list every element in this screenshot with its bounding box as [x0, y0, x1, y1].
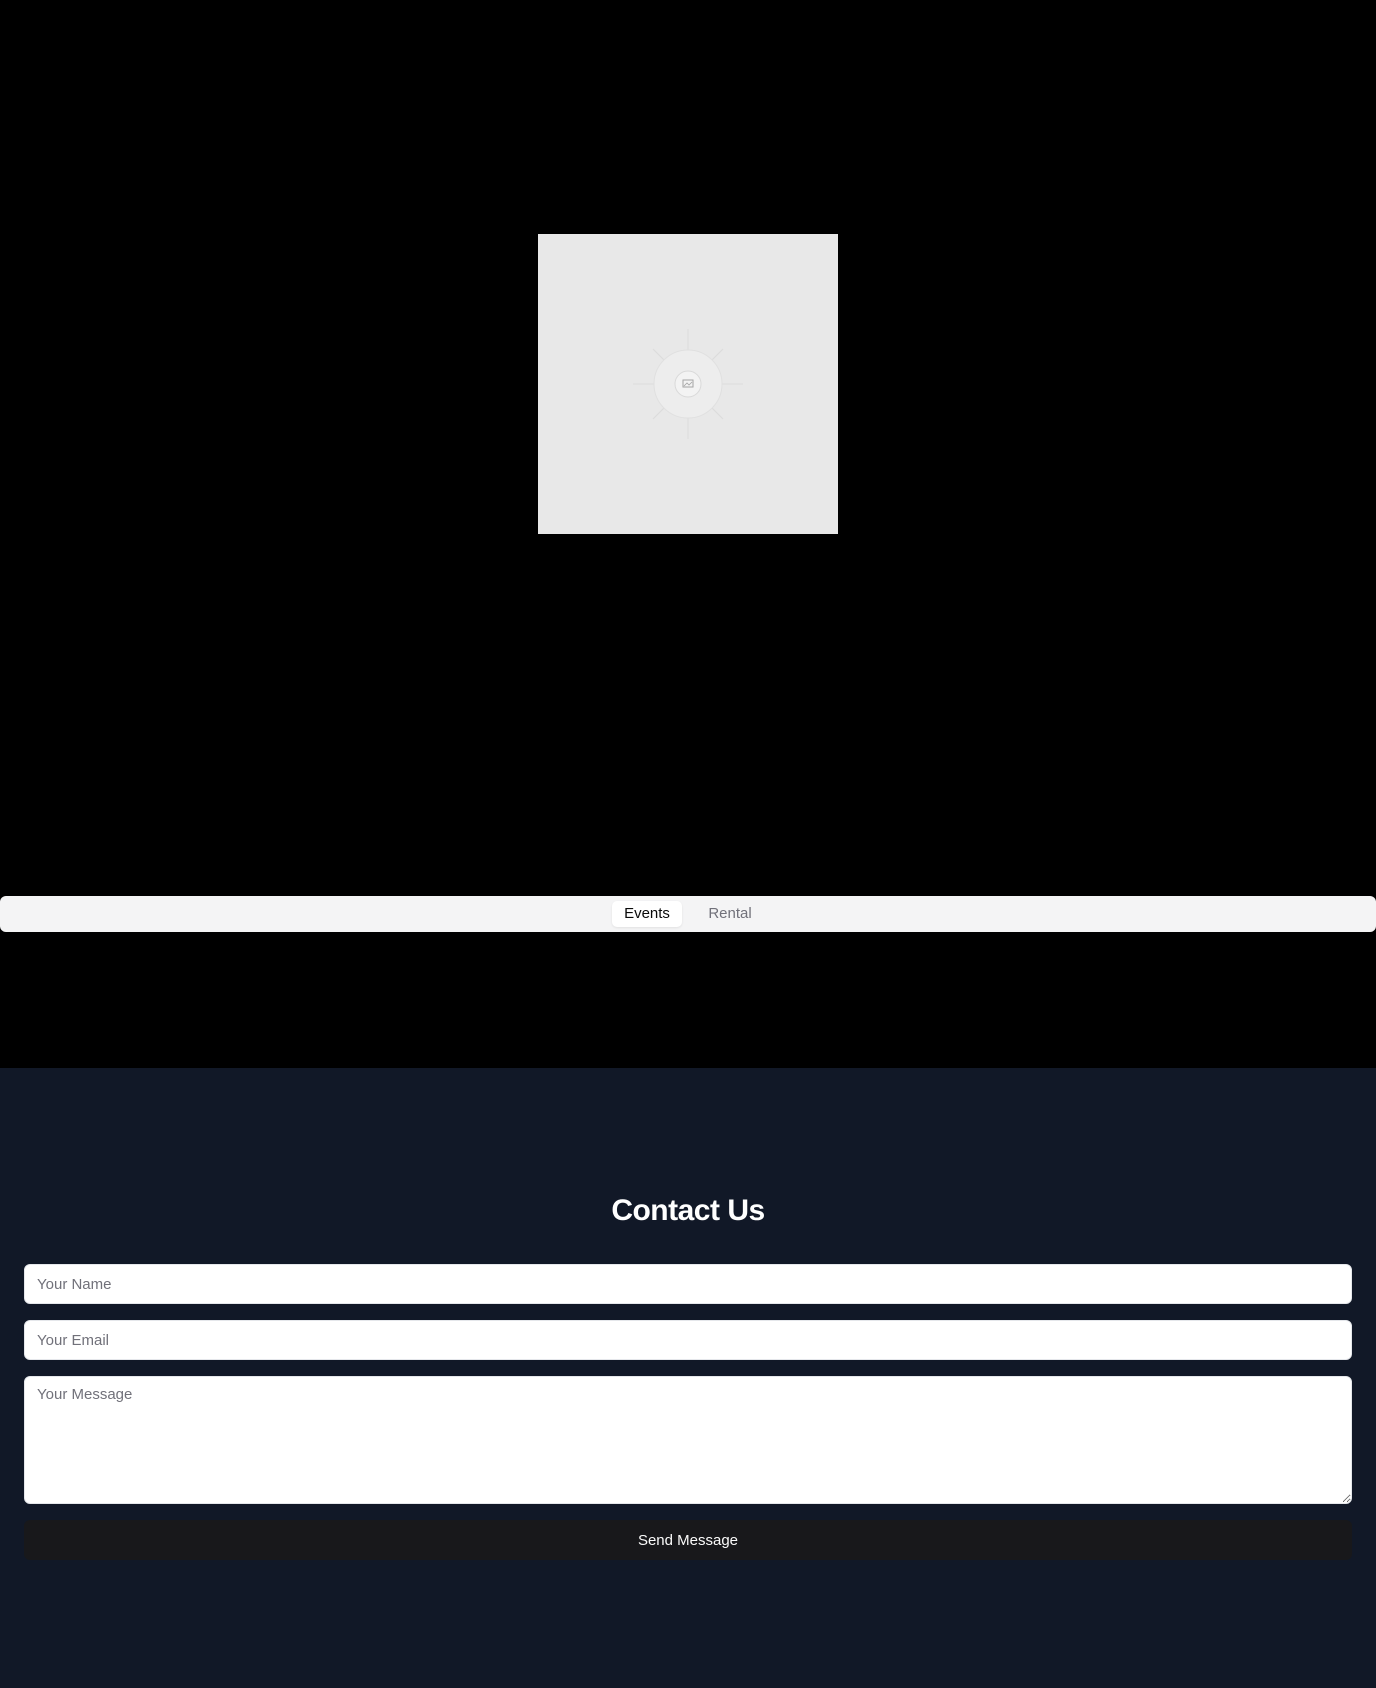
email-field[interactable]	[24, 1320, 1352, 1360]
tab-events[interactable]: Events	[612, 901, 682, 927]
name-field[interactable]	[24, 1264, 1352, 1304]
tab-rental[interactable]: Rental	[696, 901, 764, 927]
contact-title: Contact Us	[611, 1194, 765, 1227]
placeholder-image	[538, 234, 838, 534]
hero-section: Events Rental	[0, 0, 1376, 1068]
send-message-button[interactable]: Send Message	[24, 1520, 1352, 1560]
tabs-bar: Events Rental	[0, 896, 1376, 932]
image-placeholder-icon	[633, 329, 743, 439]
contact-section: Contact Us Send Message	[0, 1068, 1376, 1688]
message-field[interactable]	[24, 1376, 1352, 1504]
